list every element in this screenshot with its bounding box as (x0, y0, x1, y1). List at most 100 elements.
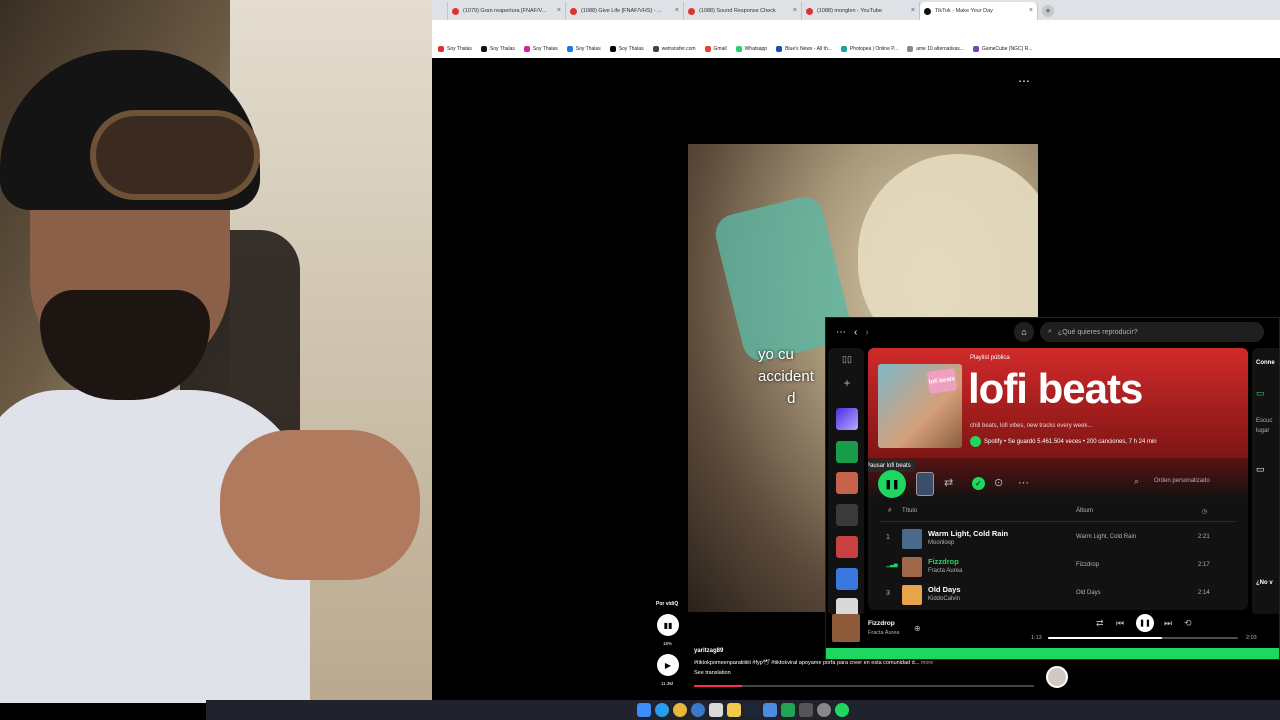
playlist-item[interactable] (836, 568, 858, 590)
obs-icon[interactable] (817, 703, 831, 717)
liked-songs-item[interactable] (836, 408, 858, 430)
shuffle-icon[interactable]: ⇄ (1096, 618, 1104, 629)
track-row[interactable]: 3 Old Days KiddoCalvin Old Days 2:14 (880, 582, 1236, 608)
more-icon[interactable]: ⋯ (1018, 476, 1029, 489)
playlist-item[interactable] (836, 472, 858, 494)
playback-slider[interactable] (1048, 637, 1238, 639)
track-duration: 2:21 (1198, 534, 1210, 540)
tab-youtube-3[interactable]: (1088) Sound Response Check × (684, 2, 802, 20)
bookmark-item[interactable]: Blue's News - All th... (776, 46, 832, 52)
now-playing-title[interactable]: Fizzdrop (868, 620, 895, 627)
bookmark-item[interactable]: wetransfer.com (652, 46, 696, 52)
track-artist[interactable]: KiddoCalvin (928, 596, 960, 602)
menu-icon[interactable]: ⋯ (836, 327, 846, 338)
add-icon[interactable]: + (836, 376, 858, 398)
more-options-icon[interactable]: ⋯ (1018, 74, 1031, 88)
playlist-item[interactable] (836, 504, 858, 526)
previous-icon[interactable]: ⏮ (1116, 618, 1124, 629)
sort-button[interactable]: Orden personalizado (1154, 478, 1210, 484)
close-icon[interactable]: × (1029, 7, 1033, 14)
new-tab-button[interactable]: + (1042, 5, 1054, 17)
track-title[interactable]: Warm Light, Cold Rain (928, 529, 1008, 538)
track-row[interactable]: 1 Warm Light, Cold Rain Moonloop Warm Light… (880, 526, 1236, 552)
more-link[interactable]: more (921, 660, 934, 666)
saved-check-icon[interactable]: ✓ (972, 477, 985, 490)
stats-icon[interactable]: ▮▮ (657, 614, 679, 636)
track-title[interactable]: Old Days (928, 585, 961, 594)
app-icon[interactable] (763, 703, 777, 717)
now-playing-art[interactable] (832, 614, 860, 642)
track-album[interactable]: Warm Light, Cold Rain (1076, 534, 1136, 540)
search-icon[interactable]: ⌕ (1134, 476, 1139, 487)
pause-button[interactable]: ❚❚ (1136, 614, 1154, 632)
playlist-cover: lofi beats (878, 364, 962, 448)
bookmark-item[interactable]: Soy Thalas (480, 46, 515, 52)
tab-label: (1088) Sound Response Check (699, 8, 776, 14)
see-translation-link[interactable]: See translation (694, 670, 731, 676)
bookmark-item[interactable]: Soy Thalas (609, 46, 644, 52)
playlist-title: lofi beats (968, 365, 1143, 412)
store-icon[interactable] (709, 703, 723, 717)
youtube-icon (570, 7, 577, 15)
bookmark-item[interactable]: Gmail (704, 46, 727, 52)
track-artist[interactable]: Fracta Aurea (928, 568, 962, 574)
shuffle-icon[interactable]: ⇄ (944, 476, 953, 489)
add-icon[interactable]: ⊕ (914, 624, 921, 633)
close-icon[interactable]: × (557, 7, 561, 14)
username[interactable]: yaritzag89 (694, 648, 723, 654)
bookmark-item[interactable]: Soy Thalas (523, 46, 558, 52)
elapsed-time: 1:13 (1031, 635, 1042, 641)
pause-button[interactable]: ❚❚ (878, 470, 906, 498)
video-progress-bar[interactable] (694, 685, 1034, 687)
saved-episodes-item[interactable] (836, 441, 858, 463)
bookmark-item[interactable]: GameCube (NGC) R... (972, 46, 1032, 52)
close-icon[interactable]: × (675, 7, 679, 14)
tab-partial[interactable] (434, 2, 448, 20)
library-sidebar: ▯▯ + (828, 348, 864, 620)
bookmark-icon (776, 46, 783, 52)
edge-icon[interactable] (655, 703, 669, 717)
computer-icon[interactable]: ▭ (1256, 464, 1265, 475)
close-icon[interactable]: × (911, 7, 915, 14)
close-icon[interactable]: × (793, 7, 797, 14)
repeat-icon[interactable]: ⟲ (1184, 618, 1192, 629)
bookmark-item[interactable]: Soy Thalas (438, 46, 472, 52)
chrome-icon[interactable] (673, 703, 687, 717)
tab-tiktok[interactable]: TikTok - Make Your Day × (920, 2, 1038, 20)
search-input[interactable]: ⌕ ¿Qué quieres reproducir? (1040, 322, 1264, 342)
download-icon[interactable]: ⊙ (994, 476, 1003, 489)
next-icon[interactable]: ⏭ (1164, 618, 1172, 629)
steam-icon[interactable] (745, 703, 759, 717)
bookmark-item[interactable]: ame 10 alternativas... (907, 46, 964, 52)
bookmark-label: Whatsapp (744, 46, 768, 52)
track-title[interactable]: Fizzdrop (928, 557, 959, 566)
tab-youtube-2[interactable]: (1088) Give Life [FNAF/VHS] - ... × (566, 2, 684, 20)
play-icon[interactable]: ▶ (657, 654, 679, 676)
track-row[interactable]: ▁▃▅ Fizzdrop Fracta Aurea Fizzdrop 2:17 (880, 554, 1236, 580)
playlist-item[interactable] (836, 536, 858, 558)
bookmark-item[interactable]: Whatsapp (735, 46, 768, 52)
device-icon[interactable]: ▭ (1256, 388, 1265, 399)
bookmark-item[interactable]: Photopea | Online P... (840, 46, 898, 52)
track-album[interactable]: Fizzdrop (1076, 562, 1099, 568)
library-icon[interactable]: ▯▯ (836, 354, 858, 376)
connected-device-bar[interactable] (826, 648, 1279, 659)
back-icon[interactable]: ‹ (854, 327, 857, 338)
tab-youtube-4[interactable]: (1088) monglen - YouTube × (802, 2, 920, 20)
track-album[interactable]: Old Days (1076, 590, 1101, 596)
start-icon[interactable] (637, 703, 651, 717)
tab-youtube-1[interactable]: (1079) Gran reapertura [FNAF/V... × (448, 2, 566, 20)
spotify-icon[interactable] (835, 703, 849, 717)
app-icon[interactable] (799, 703, 813, 717)
avatar[interactable] (1046, 666, 1068, 688)
browser-icon[interactable] (691, 703, 705, 717)
folder-icon[interactable] (727, 703, 741, 717)
bookmark-item[interactable]: Soy Thalas (566, 46, 601, 52)
playlist-thumbnail[interactable] (916, 472, 934, 496)
xbox-icon[interactable] (781, 703, 795, 717)
track-artist[interactable]: Moonloop (928, 540, 954, 546)
forward-icon[interactable]: › (865, 327, 868, 338)
home-icon[interactable]: ⌂ (1014, 322, 1034, 342)
now-playing-artist[interactable]: Fracta Aurea (868, 630, 900, 636)
stat-value: 11.3M (661, 681, 674, 686)
